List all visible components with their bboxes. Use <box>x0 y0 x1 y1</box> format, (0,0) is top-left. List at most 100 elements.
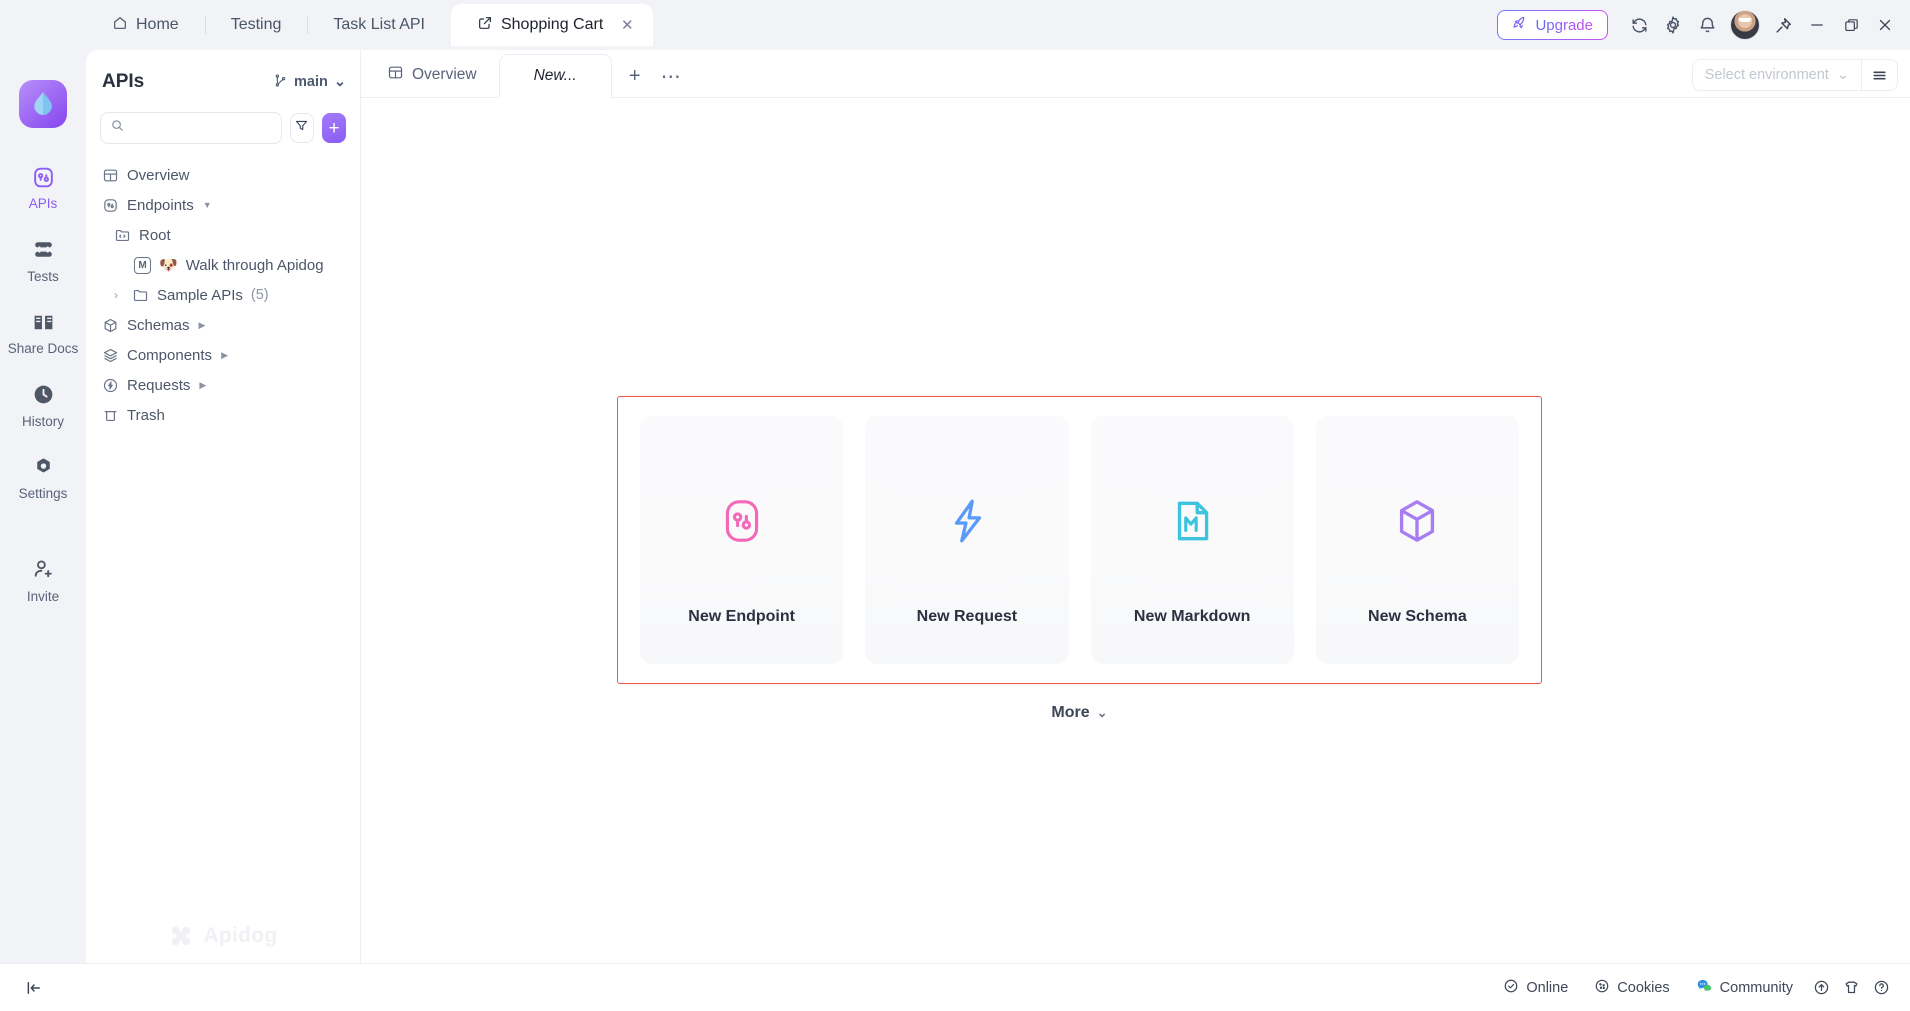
sidebar-item-tests[interactable]: Tests <box>7 227 79 292</box>
sidebar-item-apis[interactable]: APIs <box>7 154 79 219</box>
book-icon <box>31 309 56 335</box>
sidebar-item-label: Settings <box>18 486 68 501</box>
sidebar-item-label: APIs <box>28 196 58 211</box>
rocket-icon <box>1512 15 1528 35</box>
bell-icon[interactable] <box>1690 8 1724 42</box>
sidebar-item-invite[interactable]: Invite <box>7 547 79 612</box>
sidebar-item-label: History <box>21 413 64 429</box>
card-new-request[interactable]: New Request <box>865 416 1069 664</box>
window-tab-task-list-api[interactable]: Task List API <box>307 6 451 44</box>
window-titlebar: Home Testing Task List API Shopping Cart… <box>0 0 1910 50</box>
tree-item-components[interactable]: Components ▶ <box>94 340 352 370</box>
tree-item-walk-through-apidog[interactable]: M 🐶 Walk through Apidog <box>94 250 352 280</box>
tree-item-count: (5) <box>250 287 269 303</box>
close-icon[interactable] <box>1868 8 1902 42</box>
user-plus-icon <box>31 557 56 583</box>
status-community[interactable]: Community <box>1683 973 1806 1003</box>
chevron-right-icon[interactable]: › <box>114 288 124 302</box>
tab-overview[interactable]: Overview <box>365 53 499 97</box>
tree-item-label: Requests <box>127 376 191 394</box>
tree-item-schemas[interactable]: Schemas ▶ <box>94 310 352 340</box>
search-input-wrap[interactable] <box>100 112 282 144</box>
sidebar-item-label: Tests <box>27 268 59 284</box>
tshirt-icon[interactable] <box>1836 973 1866 1003</box>
apidog-watermark-label: Apidog <box>203 924 278 947</box>
window-tab-label: Home <box>136 16 179 33</box>
page-title: APIs <box>102 71 145 92</box>
funnel-icon <box>294 118 309 138</box>
gear-icon[interactable] <box>1656 8 1690 42</box>
minimize-icon[interactable] <box>1800 8 1834 42</box>
filter-button[interactable] <box>289 113 315 143</box>
pin-icon[interactable] <box>1766 8 1800 42</box>
more-tabs-button[interactable]: ⋯ <box>660 61 682 91</box>
tab-new[interactable]: New... <box>498 54 612 98</box>
new-item-cards-wrap: New Endpoint New Request New Markdown Ne… <box>617 396 1542 722</box>
tree-item-root[interactable]: Root <box>94 220 352 250</box>
tree-item-trash[interactable]: Trash <box>94 400 352 430</box>
environment-select[interactable]: Select environment ⌄ <box>1691 59 1862 91</box>
tree-item-label: Overview <box>127 166 190 184</box>
status-label: Community <box>1719 979 1793 996</box>
external-link-icon <box>477 15 493 36</box>
cookie-icon <box>1594 978 1610 998</box>
card-label: New Endpoint <box>688 608 795 625</box>
tree-item-endpoints[interactable]: Endpoints ▼ <box>94 190 352 220</box>
card-label: New Markdown <box>1133 608 1251 625</box>
search-input[interactable] <box>132 120 272 136</box>
window-tab-label: Shopping Cart <box>500 16 604 33</box>
window-tab-testing[interactable]: Testing <box>204 6 308 44</box>
avatar[interactable] <box>1730 10 1760 40</box>
caret-right-icon[interactable]: ▶ <box>221 350 228 361</box>
tree-item-overview[interactable]: Overview <box>94 160 352 190</box>
add-tab-button[interactable]: + <box>624 61 646 91</box>
layers-icon <box>102 347 119 364</box>
upload-circle-icon[interactable] <box>1806 973 1836 1003</box>
caret-right-icon[interactable]: ▶ <box>199 320 206 331</box>
home-icon <box>112 15 128 36</box>
schema-box-icon <box>102 317 119 334</box>
test-stack-icon <box>31 237 56 263</box>
sync-icon[interactable] <box>1622 8 1656 42</box>
card-new-schema[interactable]: New Schema <box>1315 416 1519 664</box>
apidog-watermark: Apidog <box>86 923 360 949</box>
branch-selector[interactable]: main ⌄ <box>273 73 346 92</box>
maximize-icon[interactable] <box>1834 8 1868 42</box>
chat-bubble-icon <box>1696 977 1713 998</box>
caret-down-icon[interactable]: ▼ <box>203 200 212 210</box>
sidebar-item-history[interactable]: History <box>7 372 79 437</box>
overview-icon <box>102 167 119 184</box>
schema-purple-icon <box>1392 490 1442 552</box>
markdown-badge: M <box>134 256 151 274</box>
help-circle-icon[interactable] <box>1866 973 1896 1003</box>
hamburger-icon[interactable] <box>1862 59 1898 91</box>
window-tab-home[interactable]: Home <box>86 6 205 44</box>
tree-item-label: Schemas <box>127 316 190 334</box>
tree-item-requests[interactable]: Requests ▶ <box>94 370 352 400</box>
tab-label: New... <box>533 67 577 84</box>
status-label: Online <box>1526 979 1569 996</box>
caret-right-icon[interactable]: ▶ <box>199 380 206 391</box>
tree-item-label: Components <box>127 346 213 364</box>
new-item-cards-grid: New Endpoint New Request New Markdown Ne… <box>617 396 1542 684</box>
dog-emoji-icon: 🐶 <box>159 257 178 274</box>
window-tab-shopping-cart[interactable]: Shopping Cart ✕ <box>450 4 654 46</box>
search-icon <box>110 118 125 138</box>
status-cookies[interactable]: Cookies <box>1581 973 1682 1003</box>
more-button[interactable]: More ⌄ <box>617 704 1542 722</box>
status-online[interactable]: Online <box>1490 973 1581 1003</box>
check-circle-icon <box>1503 978 1519 998</box>
sidebar-item-settings[interactable]: Settings <box>7 444 79 509</box>
card-new-markdown[interactable]: New Markdown <box>1090 416 1294 664</box>
close-icon[interactable]: ✕ <box>617 15 637 35</box>
apis-tree: Overview Endpoints ▼ Root M 🐶 Walk throu… <box>86 150 360 963</box>
card-new-endpoint[interactable]: New Endpoint <box>640 416 844 664</box>
window-tab-label: Task List API <box>333 16 425 33</box>
tree-item-sample-apis[interactable]: › Sample APIs (5) <box>94 280 352 310</box>
add-button[interactable]: + <box>322 113 346 143</box>
upgrade-button[interactable]: Upgrade <box>1497 10 1608 40</box>
sidebar-item-share-docs[interactable]: Share Docs <box>7 299 79 364</box>
chevron-down-icon: ⌄ <box>1096 705 1108 720</box>
upgrade-label: Upgrade <box>1535 16 1593 34</box>
collapse-panel-icon[interactable] <box>20 974 48 1002</box>
